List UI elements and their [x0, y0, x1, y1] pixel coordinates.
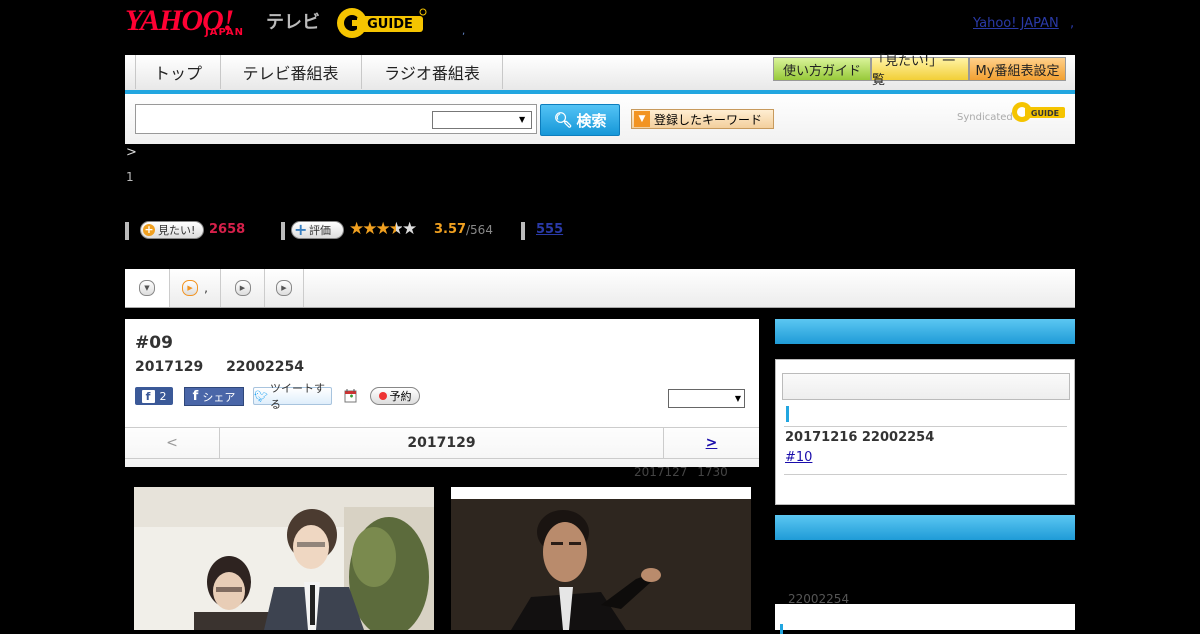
tab-2-label: , — [204, 281, 208, 295]
yahoo-japan-logo-text: JAPAN — [205, 27, 244, 38]
facebook-like-count: 2 — [159, 389, 167, 403]
divider — [784, 474, 1067, 475]
play-icon: ▶ — [182, 280, 199, 296]
play-icon: ▶ — [276, 280, 292, 296]
episode-pager: < 2017129 > — [125, 427, 759, 459]
chevron-down-icon: ▼ — [634, 111, 650, 127]
divider — [784, 426, 1067, 427]
next-air-datetime: 20171216 22002254 — [785, 430, 935, 445]
program-photo-1[interactable] — [134, 487, 434, 630]
nav-tab-top[interactable]: トップ — [135, 55, 221, 89]
header-separator: , — [462, 26, 466, 37]
air-datetime: 2017129 22002254 — [135, 359, 304, 375]
want-to-watch-label: 見たい! — [158, 224, 196, 237]
g-guide-small-logo: GUIDE — [1011, 101, 1067, 123]
search-category-select[interactable]: ▼ — [432, 111, 532, 129]
sidebar-field — [782, 373, 1070, 400]
g-guide-logo[interactable]: GUIDE — [335, 6, 427, 40]
current-episode-date: 2017129 — [220, 428, 664, 458]
breadcrumb[interactable]: > — [126, 145, 137, 160]
svg-text:GUIDE: GUIDE — [1031, 109, 1059, 118]
section-marker — [786, 406, 789, 422]
plus-icon: + — [143, 223, 155, 236]
rating-stars: ★★★★★ — [349, 219, 417, 239]
chevron-down-icon: ▼ — [519, 115, 526, 124]
chevron-down-icon: ▼ — [139, 280, 155, 296]
search-button[interactable]: 🔍︎ 検索 — [540, 104, 620, 136]
program-photo-2[interactable] — [451, 487, 751, 630]
program-action-select[interactable]: ▼ — [668, 389, 745, 408]
sidebar-box-2 — [775, 604, 1075, 634]
last-updated: 2017127 1730 — [634, 465, 728, 479]
nav-tab-radio-listings[interactable]: ラジオ番組表 — [362, 55, 503, 89]
tab-3[interactable]: ▶ — [221, 269, 265, 307]
sidebar-header-2 — [775, 515, 1075, 540]
rating-count: /564 — [466, 223, 493, 237]
next-episode-link[interactable]: #10 — [785, 450, 812, 465]
section-marker — [780, 624, 783, 634]
reserve-recording-button[interactable]: 予約 — [370, 387, 420, 405]
next-episode-anchor[interactable]: #10 — [785, 450, 812, 465]
facebook-share-button[interactable]: f シェア — [184, 387, 244, 406]
yahoo-japan-link[interactable]: Yahoo! JAPAN — [973, 16, 1059, 31]
want-list-button[interactable]: 「見たい!」一覧 — [871, 54, 969, 88]
record-icon — [378, 392, 387, 400]
tab-1[interactable]: ▼ — [125, 269, 170, 307]
header-link-separator: , — [1070, 16, 1075, 31]
divider — [125, 222, 129, 240]
tab-4[interactable]: ▶ — [265, 269, 304, 307]
plus-icon: + — [294, 220, 308, 239]
reserve-label: 予約 — [389, 390, 412, 403]
my-listings-settings-button[interactable]: My番組表設定 — [969, 57, 1066, 81]
search-bar: ▼ 🔍︎ 検索 ▼ 登録したキーワード Syndicated GUIDE — [125, 94, 1075, 144]
usage-guide-button[interactable]: 使い方ガイド — [773, 57, 871, 81]
facebook-icon: f — [141, 389, 155, 403]
rating-value: 3.57 — [434, 222, 467, 237]
divider — [521, 222, 525, 240]
tweet-button[interactable]: 🐦︎ ツイートする — [253, 382, 332, 411]
page-index: 1 — [126, 170, 134, 184]
global-nav: トップ テレビ番組表 ラジオ番組表 使い方ガイド 「見たい!」一覧 My番組表設… — [125, 54, 1075, 94]
next-broadcast-box: 20171216 22002254 #10 — [775, 359, 1075, 505]
search-button-label: 検索 — [576, 111, 607, 130]
tv-logo[interactable]: テレビ — [266, 8, 320, 34]
reviews-link[interactable]: 555 — [536, 222, 563, 237]
detail-tabs: ▼ ▶ , ▶ ▶ — [125, 269, 1075, 308]
nav-tab-tv-listings[interactable]: テレビ番組表 — [220, 55, 362, 89]
chevron-down-icon: ▼ — [734, 394, 741, 403]
rate-button[interactable]: + 評価 — [291, 221, 344, 239]
search-icon: 🔍︎ — [553, 111, 573, 129]
divider — [281, 222, 285, 240]
previous-episode-link[interactable]: < — [125, 428, 220, 458]
episode-number: #09 — [135, 333, 173, 353]
want-to-watch-button[interactable]: + 見たい! — [140, 221, 204, 239]
tab-2[interactable]: ▶ , — [170, 269, 221, 307]
play-icon: ▶ — [234, 280, 251, 296]
twitter-icon: 🐦︎ — [254, 389, 268, 403]
next-episode-anchor[interactable]: > — [706, 435, 718, 451]
add-to-calendar-icon[interactable] — [343, 388, 358, 403]
saved-keywords-button[interactable]: ▼ 登録したキーワード — [631, 109, 774, 129]
saved-keywords-label: 登録したキーワード — [654, 112, 763, 127]
tweet-label: ツイートする — [269, 382, 325, 411]
facebook-icon: f — [192, 389, 199, 404]
facebook-share-label: シェア — [202, 390, 236, 404]
next-episode-link[interactable]: > — [664, 428, 759, 458]
sidebar-header-1 — [775, 319, 1075, 344]
syndicated-label: Syndicated — [957, 112, 1013, 123]
program-panel: #09 2017129 22002254 f 2 f シェア 🐦︎ ツイートする… — [125, 319, 759, 467]
rate-label: 評価 — [309, 224, 331, 237]
facebook-like-button[interactable]: f 2 — [135, 387, 173, 405]
svg-text:GUIDE: GUIDE — [367, 17, 413, 32]
want-count: 2658 — [209, 222, 246, 237]
